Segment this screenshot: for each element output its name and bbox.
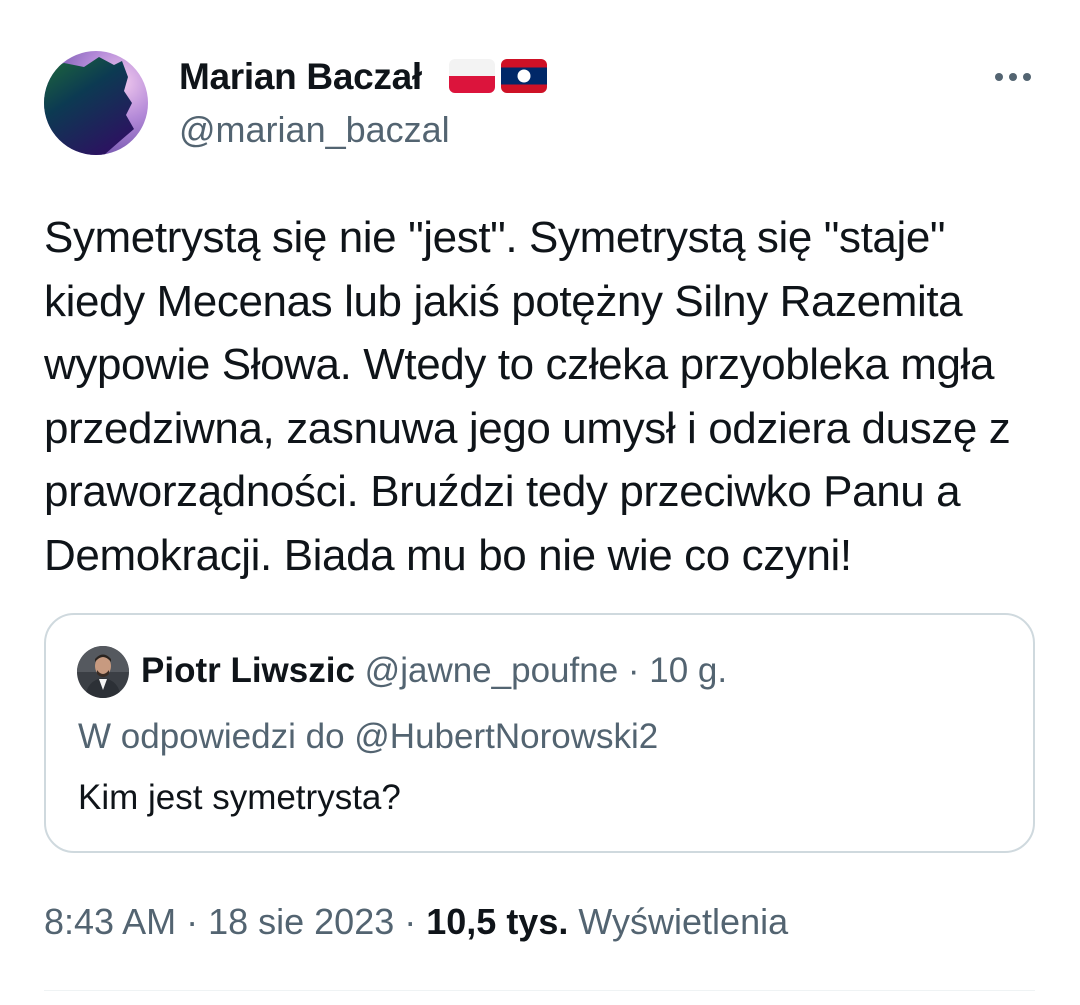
views-label[interactable]: Wyświetlenia xyxy=(578,901,788,942)
quoted-tweet-card[interactable]: Piotr Liwszic @jawne_poufne · 10 g. W od… xyxy=(44,613,1035,853)
tweet-text-line: przedziwna, zasnuwa jego umysł i odziera… xyxy=(44,403,1011,453)
tweet-time[interactable]: 8:43 AM xyxy=(44,901,176,942)
tweet-text-line: wypowie Słowa. Wtedy to człeka przyoblek… xyxy=(44,340,995,389)
tweet-text-line: kiedy Mecenas lub jakiś potężny Silny Ra… xyxy=(44,276,963,326)
divider xyxy=(44,990,1035,991)
meta-separator: · xyxy=(618,651,650,690)
tweet-text: Symetrystą się nie "jest". Symetrystą si… xyxy=(44,206,1044,587)
author-display-name[interactable]: Marian Baczał xyxy=(179,55,422,99)
reply-mention-link[interactable]: @HubertNorowski2 xyxy=(354,717,658,756)
quoted-tweet-time[interactable]: 10 g. xyxy=(649,651,727,690)
reply-prefix: W odpowiedzi do xyxy=(78,717,355,756)
quoted-tweet-text: Kim jest symetrysta? xyxy=(78,778,401,817)
tweet-date[interactable]: 18 sie 2023 xyxy=(208,901,394,942)
author-avatar[interactable] xyxy=(44,51,148,155)
tweet-text-line: Demokracji. Biada mu bo nie wie co czyni… xyxy=(44,530,852,580)
laos-flag-icon xyxy=(501,59,547,93)
quoted-author-handle[interactable]: @jawne_poufne xyxy=(365,651,619,690)
views-count[interactable]: 10,5 tys. xyxy=(426,901,568,942)
meta-separator: · xyxy=(394,901,427,942)
quoted-author-name[interactable]: Piotr Liwszic xyxy=(141,651,355,690)
author-flags xyxy=(449,59,547,93)
tweet-text-line: Symetrystą się nie "jest". Symetrystą si… xyxy=(44,213,946,262)
author-handle[interactable]: @marian_baczal xyxy=(179,108,450,152)
reply-context: W odpowiedzi do @HubertNorowski2 xyxy=(78,715,658,759)
quoted-author-avatar[interactable] xyxy=(77,646,129,698)
tweet-text-line: praworządności. Bruździ tedy przeciwko P… xyxy=(44,467,961,516)
more-horizontal-icon xyxy=(995,73,1003,81)
quoted-tweet-header: Piotr Liwszic @jawne_poufne · 10 g. xyxy=(141,649,727,693)
more-options-button[interactable] xyxy=(988,60,1038,94)
meta-separator: · xyxy=(176,901,209,942)
poland-flag-icon xyxy=(449,59,495,93)
tweet-meta-footer: 8:43 AM · 18 sie 2023 · 10,5 tys. Wyświe… xyxy=(44,899,788,945)
